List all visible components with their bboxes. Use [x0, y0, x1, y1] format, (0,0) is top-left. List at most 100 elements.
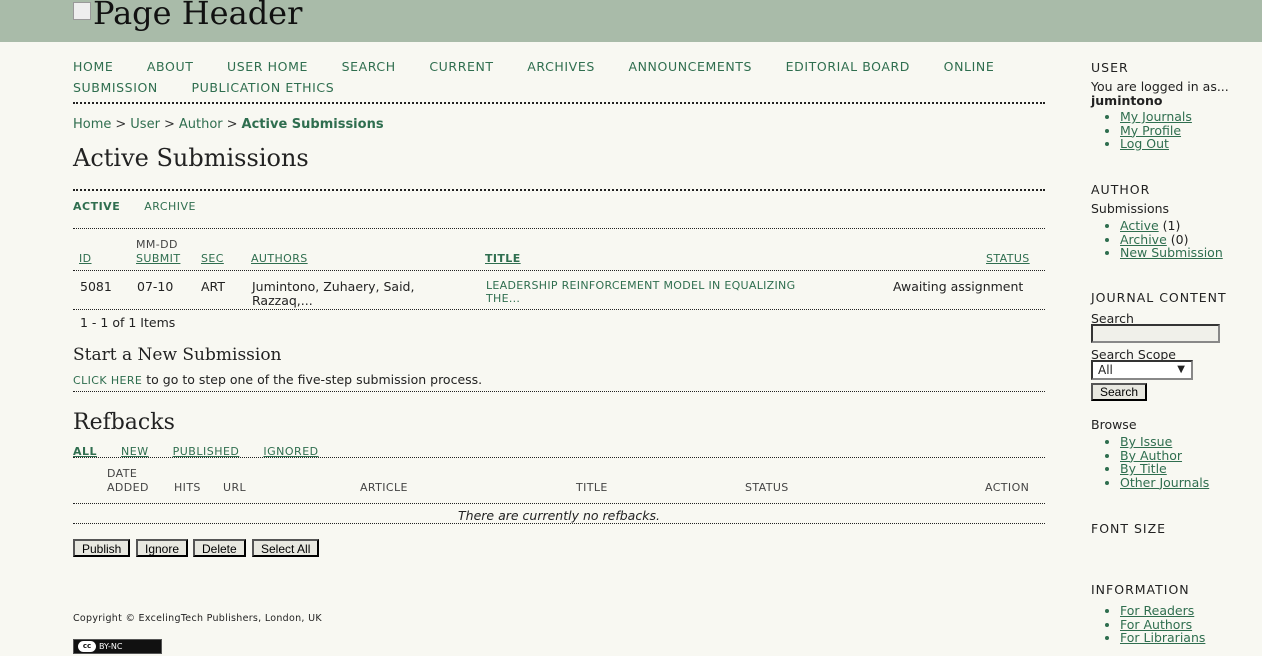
- refbacks-heading: Refbacks: [73, 410, 175, 435]
- search-scope-select[interactable]: All ▼: [1091, 360, 1193, 380]
- refbacks-col-action: ACTION: [985, 481, 1030, 494]
- browse-by-issue-link[interactable]: By Issue: [1120, 435, 1209, 449]
- nav-search[interactable]: SEARCH: [342, 59, 396, 74]
- log-out-link[interactable]: Log Out: [1120, 137, 1192, 151]
- archive-count: (0): [1170, 231, 1189, 247]
- row-title-link-line1[interactable]: LEADERSHIP REINFORCEMENT MODEL IN EQUALI…: [486, 279, 795, 292]
- publish-button[interactable]: Publish: [73, 539, 131, 557]
- col-header-mmdd: MM-DD: [136, 238, 178, 251]
- cc-license-label: BY-NC: [99, 642, 123, 651]
- for-authors-link[interactable]: For Authors: [1120, 617, 1205, 632]
- nav-current[interactable]: CURRENT: [429, 59, 493, 74]
- col-header-authors[interactable]: AUTHORS: [251, 252, 308, 265]
- sidebar-user-title: USER: [1091, 60, 1129, 75]
- breadcrumb: Home > User > Author > Active Submissions: [73, 117, 384, 132]
- breadcrumb-separator: >: [226, 117, 238, 132]
- sidebar-information-title: INFORMATION: [1091, 582, 1190, 597]
- user-links: My Journals My Profile Log Out: [1091, 110, 1192, 151]
- section-divider: [73, 391, 1045, 392]
- row-title-link-line2[interactable]: THE...: [486, 292, 520, 305]
- nav-about[interactable]: ABOUT: [147, 59, 194, 74]
- username: jumintono: [1091, 93, 1163, 108]
- breadcrumb-author[interactable]: Author: [179, 117, 223, 132]
- for-librarians-link[interactable]: For Librarians: [1120, 631, 1205, 645]
- row-authors-line1: Jumintono, Zuhaery, Said,: [252, 279, 415, 294]
- copyright-text: Copyright © ExcelingTech Publishers, Lon…: [73, 613, 322, 624]
- click-here-link[interactable]: CLICK HERE: [73, 374, 142, 387]
- my-journals-link[interactable]: My Journals: [1120, 110, 1192, 124]
- nav-home[interactable]: HOME: [73, 59, 113, 74]
- refbacks-header-divider: [73, 503, 1045, 504]
- table-header-divider: [73, 270, 1045, 271]
- refbacks-col-hits: HITS: [174, 481, 201, 494]
- breadcrumb-current[interactable]: Active Submissions: [242, 117, 384, 132]
- tab-archive[interactable]: ARCHIVE: [144, 200, 196, 213]
- new-submission-link[interactable]: New Submission: [1120, 246, 1223, 260]
- browse-by-title-link[interactable]: By Title: [1120, 462, 1209, 476]
- ignore-button[interactable]: Ignore: [136, 539, 189, 557]
- col-header-id[interactable]: ID: [79, 252, 92, 265]
- browse-links: By Issue By Author By Title Other Journa…: [1091, 435, 1209, 489]
- breadcrumb-user[interactable]: User: [130, 117, 160, 132]
- search-scope-value: All: [1098, 363, 1113, 377]
- browse-label: Browse: [1091, 417, 1137, 432]
- new-submission-text: CLICK HERE to go to step one of the five…: [73, 372, 482, 387]
- refbacks-empty-message: There are currently no refbacks.: [458, 508, 660, 523]
- submissions-label: Submissions: [1091, 201, 1170, 216]
- row-id: 5081: [80, 279, 112, 294]
- broken-image-icon: [73, 2, 91, 20]
- pagination-info: 1 - 1 of 1 Items: [80, 315, 176, 330]
- new-submission-description: to go to step one of the five-step submi…: [142, 372, 483, 387]
- select-all-button[interactable]: Select All: [252, 539, 320, 557]
- submission-tabs: ACTIVE ARCHIVE: [73, 200, 216, 213]
- breadcrumb-separator: >: [115, 117, 127, 132]
- information-links: For Readers For Authors For Librarians: [1091, 604, 1205, 645]
- col-header-status[interactable]: STATUS: [986, 252, 1030, 265]
- cc-license-badge[interactable]: cc BY-NC: [73, 639, 162, 654]
- for-readers-link[interactable]: For Readers: [1120, 604, 1205, 618]
- row-date: 07-10: [137, 279, 174, 294]
- page-header-banner: Page Header: [0, 0, 1262, 42]
- page-title: Active Submissions: [73, 144, 309, 172]
- nav-editorial-board[interactable]: EDITORIAL BOARD: [786, 59, 910, 74]
- nav-user-home[interactable]: USER HOME: [227, 59, 308, 74]
- row-section: ART: [201, 279, 225, 294]
- new-submission-heading: Start a New Submission: [73, 345, 282, 365]
- chevron-down-icon: ▼: [1177, 364, 1185, 375]
- col-header-sec[interactable]: SEC: [201, 252, 224, 265]
- cc-icon: cc: [78, 641, 96, 652]
- nav-archives[interactable]: ARCHIVES: [527, 59, 595, 74]
- nav-announcements[interactable]: ANNOUNCEMENTS: [628, 59, 752, 74]
- main-navigation: HOME ABOUT USER HOME SEARCH CURRENT ARCH…: [73, 56, 1045, 98]
- table-bottom-divider: [73, 309, 1045, 310]
- sidebar-author-title: AUTHOR: [1091, 182, 1151, 197]
- breadcrumb-home[interactable]: Home: [73, 117, 111, 132]
- refbacks-col-status: STATUS: [745, 481, 789, 494]
- nav-divider: [73, 102, 1045, 104]
- page-header-image[interactable]: Page Header: [73, 0, 302, 32]
- refbacks-col-url: URL: [223, 481, 247, 494]
- table-top-divider: [73, 228, 1045, 229]
- title-divider: [73, 189, 1045, 191]
- refbacks-col-added: ADDED: [107, 481, 149, 494]
- row-authors-line2: Razzaq,...: [252, 293, 313, 308]
- sidebar-journal-content-title: JOURNAL CONTENT: [1091, 290, 1227, 305]
- sidebar-search-input[interactable]: [1091, 324, 1220, 343]
- refbacks-col-title: TITLE: [576, 481, 608, 494]
- breadcrumb-separator: >: [163, 117, 175, 132]
- page-header-alt-text: Page Header: [93, 0, 303, 32]
- tab-active[interactable]: ACTIVE: [73, 200, 120, 213]
- nav-publication-ethics[interactable]: PUBLICATION ETHICS: [191, 80, 334, 95]
- delete-button[interactable]: Delete: [193, 539, 246, 557]
- other-journals-link[interactable]: Other Journals: [1120, 475, 1209, 490]
- my-profile-link[interactable]: My Profile: [1120, 123, 1192, 138]
- col-header-submit[interactable]: SUBMIT: [136, 252, 180, 265]
- logged-in-as-text: You are logged in as...: [1091, 79, 1229, 94]
- refbacks-col-article: ARTICLE: [360, 481, 408, 494]
- col-header-title[interactable]: TITLE: [485, 252, 521, 265]
- sidebar-search-button[interactable]: Search: [1091, 383, 1148, 401]
- author-links: Active(1) Archive(0) New Submission: [1091, 219, 1223, 260]
- active-count: (1): [1162, 218, 1181, 233]
- sidebar-font-size-title: FONT SIZE: [1091, 521, 1167, 536]
- browse-by-author-link[interactable]: By Author: [1120, 448, 1209, 463]
